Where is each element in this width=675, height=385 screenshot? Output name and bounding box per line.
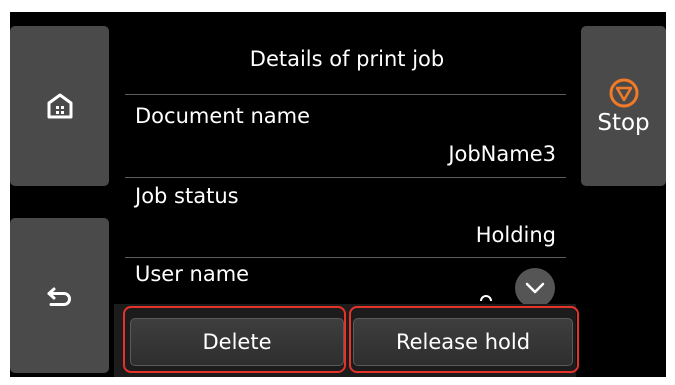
delete-highlight-outline (123, 306, 346, 373)
page-title: Details of print job (249, 47, 445, 71)
stop-button[interactable]: Stop (581, 26, 666, 186)
home-icon (47, 93, 72, 119)
divider (125, 257, 566, 258)
back-arrow-icon (47, 287, 71, 306)
back-button[interactable] (10, 218, 109, 373)
stop-icon (609, 78, 638, 107)
scroll-down-button[interactable] (515, 268, 555, 308)
frame: Stop Details of print job Document name … (0, 0, 675, 385)
detail-label-document-name: Document name (135, 104, 311, 128)
detail-value-job-status: Holding (475, 223, 556, 247)
divider (125, 94, 566, 95)
stop-label: Stop (597, 109, 650, 136)
home-button[interactable] (10, 26, 109, 186)
release-hold-highlight-outline (349, 306, 579, 373)
detail-label-job-status: Job status (135, 184, 239, 208)
divider (125, 177, 566, 178)
detail-value-user-name-partial (480, 295, 494, 301)
chevron-down-icon (525, 282, 545, 294)
detail-value-document-name: JobName3 (448, 142, 556, 166)
detail-label-user-name: User name (135, 262, 250, 286)
